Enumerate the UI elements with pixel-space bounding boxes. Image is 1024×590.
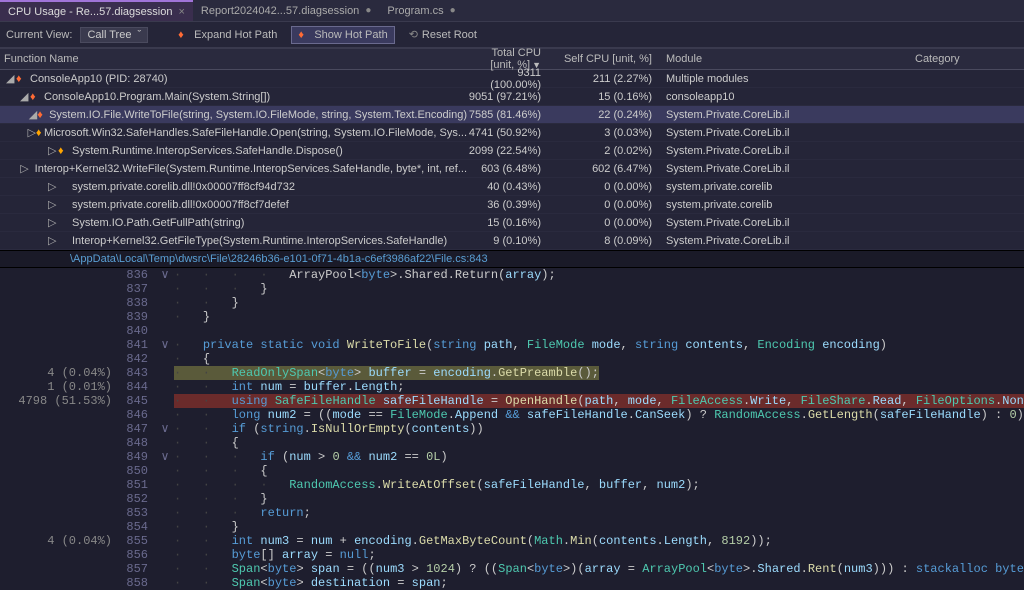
total-cpu: 36 (0.39%) <box>467 199 545 211</box>
module-name: system.private.corelib <box>660 181 909 193</box>
expander-icon[interactable]: ▷ <box>48 180 58 193</box>
fold-gutter[interactable]: ∨∨∨∨ <box>156 268 174 590</box>
tab-report[interactable]: Report2024042...57.diagsession ● <box>193 0 379 21</box>
view-dropdown[interactable]: Call Tree ˇ <box>80 27 148 43</box>
function-grid[interactable]: ◢♦ConsoleApp10 (PID: 28740)9311 (100.00%… <box>0 70 1024 250</box>
total-cpu: 2099 (22.54%) <box>467 145 545 157</box>
self-cpu: 8 (0.09%) <box>545 235 660 247</box>
table-row[interactable]: ◢♦ConsoleApp10.Program.Main(System.Strin… <box>0 88 1024 106</box>
show-hot-path-button[interactable]: ♦ Show Hot Path <box>291 26 394 44</box>
self-cpu: 0 (0.00%) <box>545 217 660 229</box>
code-editor[interactable]: 4 (0.04%)1 (0.01%)4798 (51.53%)4 (0.04%)… <box>0 268 1024 590</box>
current-view-label: Current View: <box>6 29 72 41</box>
metrics-gutter: 4 (0.04%)1 (0.01%)4798 (51.53%)4 (0.04%) <box>0 268 118 590</box>
tab-label: CPU Usage - Re...57.diagsession <box>8 6 172 18</box>
table-row[interactable]: ▷ Interop+Kernel32.GetFileType(System.Run… <box>0 232 1024 250</box>
expander-icon[interactable]: ◢ <box>29 108 37 121</box>
self-cpu: 0 (0.00%) <box>545 199 660 211</box>
function-name: ConsoleApp10.Program.Main(System.String[… <box>44 91 270 103</box>
flame-icon: ♦ <box>298 29 310 41</box>
total-cpu: 40 (0.43%) <box>467 181 545 193</box>
table-row[interactable]: ▷♦Microsoft.Win32.SafeHandles.SafeFileHa… <box>0 124 1024 142</box>
expander-icon[interactable]: ▷ <box>48 234 58 247</box>
function-name: system.private.corelib.dll!0x00007ff8cf7… <box>72 199 289 211</box>
function-name: System.Runtime.InteropServices.SafeHandl… <box>72 145 343 157</box>
self-cpu: 211 (2.27%) <box>545 73 660 85</box>
self-cpu: 3 (0.03%) <box>545 127 660 139</box>
line-number-gutter: 8368378388398408418428438448458468478488… <box>118 268 156 590</box>
module-name: System.Private.CoreLib.il <box>660 163 909 175</box>
function-name: Interop+Kernel32.WriteFile(System.Runtim… <box>35 163 467 175</box>
file-path-bar[interactable]: \AppData\Local\Temp\dwsrc\File\28246b36-… <box>0 250 1024 268</box>
reset-root-button[interactable]: ⟲ Reset Root <box>403 26 483 43</box>
expander-icon[interactable]: ◢ <box>6 72 16 85</box>
modified-dot-icon: ● <box>365 5 371 16</box>
flame-icon: ♦ <box>58 145 72 157</box>
flame-icon: ♦ <box>16 73 30 85</box>
code-content[interactable]: · · · · ArrayPool<byte>.Shared.Return(ar… <box>174 268 1024 590</box>
total-cpu: 9311 (100.00%) <box>467 67 545 91</box>
function-name: Microsoft.Win32.SafeHandles.SafeFileHand… <box>44 127 467 139</box>
self-cpu: 0 (0.00%) <box>545 181 660 193</box>
total-cpu: 9 (0.10%) <box>467 235 545 247</box>
function-name: System.IO.Path.GetFullPath(string) <box>72 217 244 229</box>
expander-icon[interactable]: ▷ <box>48 216 58 229</box>
expander-icon[interactable]: ▷ <box>20 162 28 175</box>
function-name: Interop+Kernel32.GetFileType(System.Runt… <box>72 235 447 247</box>
table-row[interactable]: ▷♦System.Runtime.InteropServices.SafeHan… <box>0 142 1024 160</box>
table-row[interactable]: ▷ system.private.corelib.dll!0x00007ff8cf… <box>0 196 1024 214</box>
dropdown-value: Call Tree <box>87 29 131 41</box>
flame-icon: ♦ <box>37 109 49 121</box>
module-name: System.Private.CoreLib.il <box>660 145 909 157</box>
table-row[interactable]: ◢♦ConsoleApp10 (PID: 28740) 9311 (100.00%… <box>0 70 1024 88</box>
tab-label: Report2024042...57.diagsession <box>201 5 359 17</box>
module-name: System.Private.CoreLib.il <box>660 235 909 247</box>
table-row[interactable]: ▷ Interop+Kernel32.WriteFile(System.Runti… <box>0 160 1024 178</box>
table-row[interactable]: ◢♦System.IO.File.WriteToFile(string, Sys… <box>0 106 1024 124</box>
function-name: system.private.corelib.dll!0x00007ff8cf9… <box>72 181 295 193</box>
col-function-name[interactable]: Function Name <box>0 53 467 65</box>
function-name: ConsoleApp10 (PID: 28740) <box>30 73 168 85</box>
self-cpu: 22 (0.24%) <box>545 109 660 121</box>
table-row[interactable]: ▷ system.private.corelib.dll!0x00007ff8cf… <box>0 178 1024 196</box>
self-cpu: 15 (0.16%) <box>545 91 660 103</box>
function-name: System.IO.File.WriteToFile(string, Syste… <box>49 109 467 121</box>
module-name: Multiple modules <box>660 73 909 85</box>
table-row[interactable]: ▷ System.IO.Path.GetFullPath(string) 15 (0… <box>0 214 1024 232</box>
expander-icon[interactable]: ▷ <box>48 144 58 157</box>
total-cpu: 15 (0.16%) <box>467 217 545 229</box>
tab-label: Program.cs <box>387 5 443 17</box>
close-icon[interactable]: × <box>178 6 184 18</box>
expander-icon[interactable]: ▷ <box>27 126 35 139</box>
tab-cpu-usage[interactable]: CPU Usage - Re...57.diagsession × <box>0 0 193 21</box>
modified-dot-icon: ● <box>450 5 456 16</box>
toolbar: Current View: Call Tree ˇ ♦ Expand Hot P… <box>0 22 1024 48</box>
col-self-cpu[interactable]: Self CPU [unit, %] <box>545 53 660 65</box>
expander-icon[interactable]: ◢ <box>20 90 30 103</box>
expand-hot-path-button[interactable]: ♦ Expand Hot Path <box>172 27 283 43</box>
tab-program-cs[interactable]: Program.cs ● <box>379 0 463 21</box>
root-icon: ⟲ <box>409 28 418 41</box>
flame-icon: ♦ <box>30 91 44 103</box>
module-name: System.Private.CoreLib.il <box>660 109 909 121</box>
self-cpu: 2 (0.02%) <box>545 145 660 157</box>
flame-icon: ♦ <box>36 127 44 139</box>
col-category[interactable]: Category <box>909 53 1024 65</box>
flame-icon: ♦ <box>178 29 190 41</box>
total-cpu: 603 (6.48%) <box>467 163 545 175</box>
module-name: System.Private.CoreLib.il <box>660 217 909 229</box>
module-name: System.Private.CoreLib.il <box>660 127 909 139</box>
module-name: system.private.corelib <box>660 199 909 211</box>
total-cpu: 4741 (50.92%) <box>467 127 545 139</box>
module-name: consoleapp10 <box>660 91 909 103</box>
tab-bar: CPU Usage - Re...57.diagsession × Report… <box>0 0 1024 22</box>
expander-icon[interactable]: ▷ <box>48 198 58 211</box>
self-cpu: 602 (6.47%) <box>545 163 660 175</box>
chevron-down-icon: ˇ <box>137 29 141 41</box>
col-module[interactable]: Module <box>660 53 909 65</box>
total-cpu: 7585 (81.46%) <box>467 109 545 121</box>
total-cpu: 9051 (97.21%) <box>467 91 545 103</box>
